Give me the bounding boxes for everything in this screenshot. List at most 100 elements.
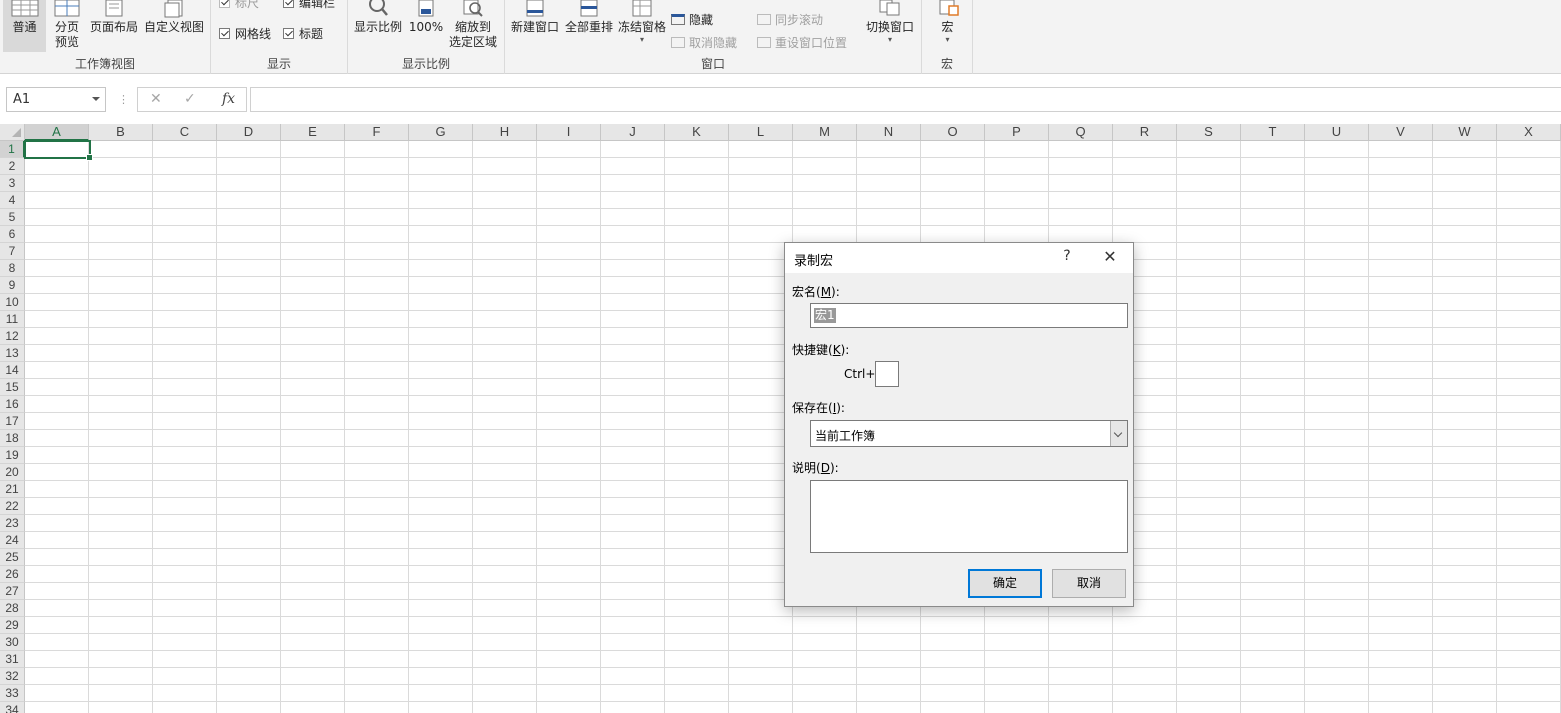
column-header[interactable]: T — [1241, 124, 1305, 141]
row-header[interactable]: 27 — [0, 583, 25, 600]
column-header[interactable]: V — [1369, 124, 1433, 141]
dialog-title-bar[interactable]: 录制宏 ? ✕ — [785, 243, 1133, 273]
row-header[interactable]: 23 — [0, 515, 25, 532]
column-header[interactable]: X — [1497, 124, 1561, 141]
row-header[interactable]: 32 — [0, 668, 25, 685]
name-box-dropdown-icon[interactable] — [92, 97, 100, 101]
column-header[interactable]: C — [153, 124, 217, 141]
page-break-preview-button[interactable]: 分页 预览 — [48, 0, 86, 50]
row-header[interactable]: 17 — [0, 413, 25, 430]
row-header[interactable]: 28 — [0, 600, 25, 617]
active-cell-a1[interactable] — [24, 140, 93, 161]
shortcut-key-input[interactable] — [875, 361, 899, 387]
row-header[interactable]: 34 — [0, 702, 25, 713]
help-button[interactable]: ? — [1057, 248, 1077, 264]
row-header[interactable]: 20 — [0, 464, 25, 481]
description-textarea[interactable] — [810, 480, 1128, 553]
new-window-button[interactable]: 新建窗口 — [509, 0, 561, 35]
row-header[interactable]: 26 — [0, 566, 25, 583]
row-header[interactable]: 30 — [0, 634, 25, 651]
cancel-button[interactable]: 取消 — [1052, 569, 1126, 598]
column-header[interactable]: I — [537, 124, 601, 141]
row-header[interactable]: 19 — [0, 447, 25, 464]
column-header[interactable]: M — [793, 124, 857, 141]
ruler-checkbox[interactable]: 标尺 — [219, 0, 259, 11]
row-header[interactable]: 7 — [0, 243, 25, 260]
row-header[interactable]: 16 — [0, 396, 25, 413]
confirm-entry-icon[interactable]: ✓ — [184, 91, 196, 107]
sync-scroll-button[interactable]: 同步滚动 — [757, 11, 823, 28]
select-all-button[interactable] — [0, 124, 25, 141]
formula-input[interactable] — [250, 87, 1561, 112]
row-header[interactable]: 29 — [0, 617, 25, 634]
reset-position-button[interactable]: 重设窗口位置 — [757, 34, 847, 51]
column-header[interactable]: B — [89, 124, 153, 141]
row-header[interactable]: 8 — [0, 260, 25, 277]
formula-bar-grip-icon[interactable]: ⋮ — [118, 93, 129, 106]
switch-windows-icon — [879, 0, 900, 16]
column-header[interactable]: D — [217, 124, 281, 141]
row-header[interactable]: 33 — [0, 685, 25, 702]
row-header[interactable]: 1 — [0, 141, 25, 158]
row-header[interactable]: 6 — [0, 226, 25, 243]
row-header[interactable]: 10 — [0, 294, 25, 311]
column-header[interactable]: G — [409, 124, 473, 141]
row-header[interactable]: 22 — [0, 498, 25, 515]
row-header[interactable]: 5 — [0, 209, 25, 226]
row-header[interactable]: 13 — [0, 345, 25, 362]
cancel-entry-icon[interactable]: ✕ — [150, 91, 162, 107]
freeze-panes-button[interactable]: 冻结窗格 ▾ — [616, 0, 668, 45]
row-header[interactable]: 9 — [0, 277, 25, 294]
zoom-100-button[interactable]: 100% — [408, 0, 444, 35]
column-header[interactable]: J — [601, 124, 665, 141]
row-header[interactable]: 25 — [0, 549, 25, 566]
column-header[interactable]: Q — [1049, 124, 1113, 141]
row-header[interactable]: 4 — [0, 192, 25, 209]
row-header[interactable]: 11 — [0, 311, 25, 328]
column-header[interactable]: L — [729, 124, 793, 141]
row-header[interactable]: 21 — [0, 481, 25, 498]
normal-view-button[interactable]: 普通 — [3, 0, 46, 52]
row-header[interactable]: 3 — [0, 175, 25, 192]
custom-views-button[interactable]: 自定义视图 — [142, 0, 206, 35]
row-header[interactable]: 18 — [0, 430, 25, 447]
column-header[interactable]: R — [1113, 124, 1177, 141]
row-header[interactable]: 12 — [0, 328, 25, 345]
name-box[interactable]: A1 — [6, 87, 106, 112]
close-icon[interactable]: ✕ — [1100, 247, 1120, 266]
row-header[interactable]: 15 — [0, 379, 25, 396]
gridlines-checkbox[interactable]: 网格线 — [219, 25, 271, 42]
hide-button[interactable]: 隐藏 — [671, 11, 713, 28]
macro-name-input[interactable]: 宏1 — [810, 303, 1128, 328]
unhide-button[interactable]: 取消隐藏 — [671, 34, 737, 51]
row-header[interactable]: 24 — [0, 532, 25, 549]
column-header[interactable]: W — [1433, 124, 1497, 141]
column-header[interactable]: H — [473, 124, 537, 141]
arrange-all-icon — [580, 0, 598, 17]
formula-bar-checkbox[interactable]: 编辑栏 — [283, 0, 335, 11]
column-header[interactable]: F — [345, 124, 409, 141]
ok-button[interactable]: 确定 — [968, 569, 1042, 598]
zoom-to-selection-button[interactable]: 缩放到 选定区域 — [446, 0, 500, 50]
column-header[interactable]: P — [985, 124, 1049, 141]
column-header[interactable]: U — [1305, 124, 1369, 141]
column-header[interactable]: S — [1177, 124, 1241, 141]
zoom-selection-icon — [463, 0, 483, 17]
column-header[interactable]: A — [25, 124, 89, 141]
macros-button[interactable]: 宏 ▾ — [926, 0, 969, 45]
switch-windows-button[interactable]: 切换窗口 ▾ — [863, 0, 917, 45]
column-header[interactable]: O — [921, 124, 985, 141]
column-header[interactable]: K — [665, 124, 729, 141]
insert-function-icon[interactable]: fx — [222, 91, 235, 107]
chevron-down-icon[interactable] — [1110, 421, 1127, 446]
column-header[interactable]: N — [857, 124, 921, 141]
headings-checkbox[interactable]: 标题 — [283, 25, 323, 42]
row-header[interactable]: 31 — [0, 651, 25, 668]
row-header[interactable]: 14 — [0, 362, 25, 379]
column-header[interactable]: E — [281, 124, 345, 141]
zoom-button[interactable]: 显示比例 — [352, 0, 404, 35]
row-header[interactable]: 2 — [0, 158, 25, 175]
page-layout-button[interactable]: 页面布局 — [88, 0, 140, 35]
store-in-select[interactable]: 当前工作簿 — [810, 420, 1128, 447]
arrange-all-button[interactable]: 全部重排 — [563, 0, 615, 35]
